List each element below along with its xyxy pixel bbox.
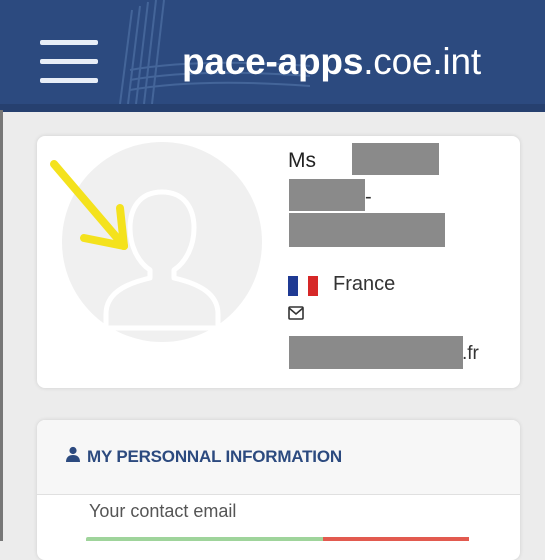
annotation-arrow-icon: [50, 160, 128, 250]
section-title: MY PERSONNAL INFORMATION: [87, 447, 342, 466]
email-domain-suffix: .fr: [462, 343, 479, 364]
hamburger-menu-icon[interactable]: [40, 40, 98, 84]
profile-salutation: Ms: [288, 149, 316, 172]
site-title[interactable]: pace-apps.coe.int: [182, 41, 481, 83]
envelope-icon: [288, 306, 304, 320]
flag-france-icon: [288, 276, 318, 296]
header-border: [0, 104, 545, 112]
user-icon: [66, 446, 80, 462]
contact-email-button-edge[interactable]: [323, 537, 469, 541]
redacted-last-name-part1: [289, 179, 365, 211]
redacted-last-name-part2: [289, 213, 445, 247]
name-hyphen: -: [365, 186, 372, 208]
contact-email-label: Your contact email: [89, 501, 237, 521]
site-title-bold: pace-apps: [182, 41, 364, 82]
profile-country: France: [333, 273, 396, 295]
contact-email-input-edge[interactable]: [86, 537, 323, 541]
redacted-first-name: [352, 143, 439, 175]
window-edge: [0, 110, 3, 541]
site-header: pace-apps.coe.int: [0, 0, 545, 112]
redacted-email: [289, 336, 463, 369]
site-title-domain: .coe.int: [363, 41, 481, 82]
